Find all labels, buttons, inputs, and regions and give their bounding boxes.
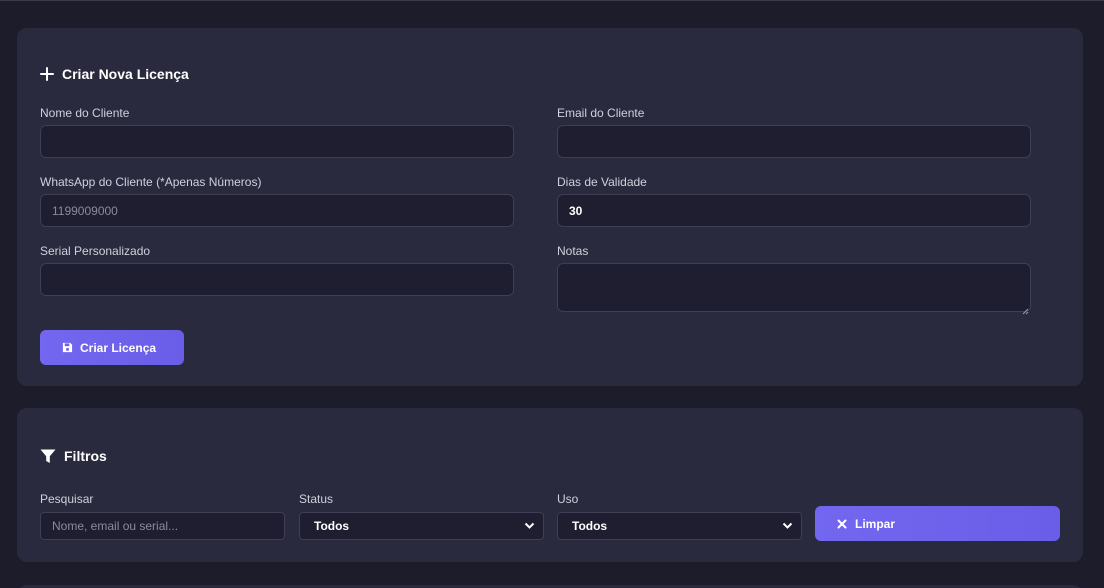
x-icon bbox=[837, 519, 847, 529]
search-label: Pesquisar bbox=[40, 492, 94, 506]
clear-filters-button-label: Limpar bbox=[855, 516, 896, 531]
status-label: Status bbox=[299, 492, 334, 506]
client-email-label: Email do Cliente bbox=[557, 106, 645, 120]
client-name-label: Nome do Cliente bbox=[40, 106, 130, 120]
create-license-title-text: Criar Nova Licença bbox=[62, 66, 189, 82]
create-license-button[interactable]: Criar Licença bbox=[40, 330, 184, 365]
status-select-value: Todos bbox=[314, 519, 350, 533]
notes-label: Notas bbox=[557, 244, 589, 258]
notes-textarea[interactable] bbox=[557, 263, 1031, 312]
validity-days-label: Dias de Validade bbox=[557, 175, 647, 189]
resize-grip-icon[interactable] bbox=[1021, 302, 1029, 315]
create-license-button-label: Criar Licença bbox=[80, 340, 157, 355]
status-select[interactable]: Todos bbox=[299, 512, 544, 540]
funnel-icon bbox=[40, 449, 56, 464]
client-email-input[interactable] bbox=[557, 125, 1031, 158]
clear-filters-button[interactable]: Limpar bbox=[815, 506, 1060, 541]
custom-serial-label: Serial Personalizado bbox=[40, 244, 151, 258]
plus-icon bbox=[40, 67, 54, 81]
filters-title-text: Filtros bbox=[64, 448, 107, 464]
usage-select[interactable]: Todos bbox=[557, 512, 802, 540]
floppy-disk-icon bbox=[62, 342, 73, 353]
chevron-down-icon bbox=[524, 522, 535, 530]
filters-title: Filtros bbox=[40, 448, 107, 464]
client-whatsapp-input[interactable] bbox=[40, 194, 514, 227]
client-whatsapp-label: WhatsApp do Cliente (*Apenas Números) bbox=[40, 175, 262, 189]
search-input[interactable] bbox=[40, 512, 285, 540]
custom-serial-input[interactable] bbox=[40, 263, 514, 296]
create-license-title: Criar Nova Licença bbox=[40, 66, 189, 82]
create-license-card: Criar Nova Licença Nome do Cliente Email… bbox=[17, 28, 1083, 386]
chevron-down-icon bbox=[782, 522, 793, 530]
filters-card: Filtros Pesquisar Status Todos Uso Todos… bbox=[17, 408, 1083, 562]
validity-days-input[interactable] bbox=[557, 194, 1031, 227]
usage-label: Uso bbox=[557, 492, 579, 506]
notes-wrapper bbox=[557, 263, 1031, 315]
usage-select-value: Todos bbox=[572, 519, 608, 533]
client-name-input[interactable] bbox=[40, 125, 514, 158]
